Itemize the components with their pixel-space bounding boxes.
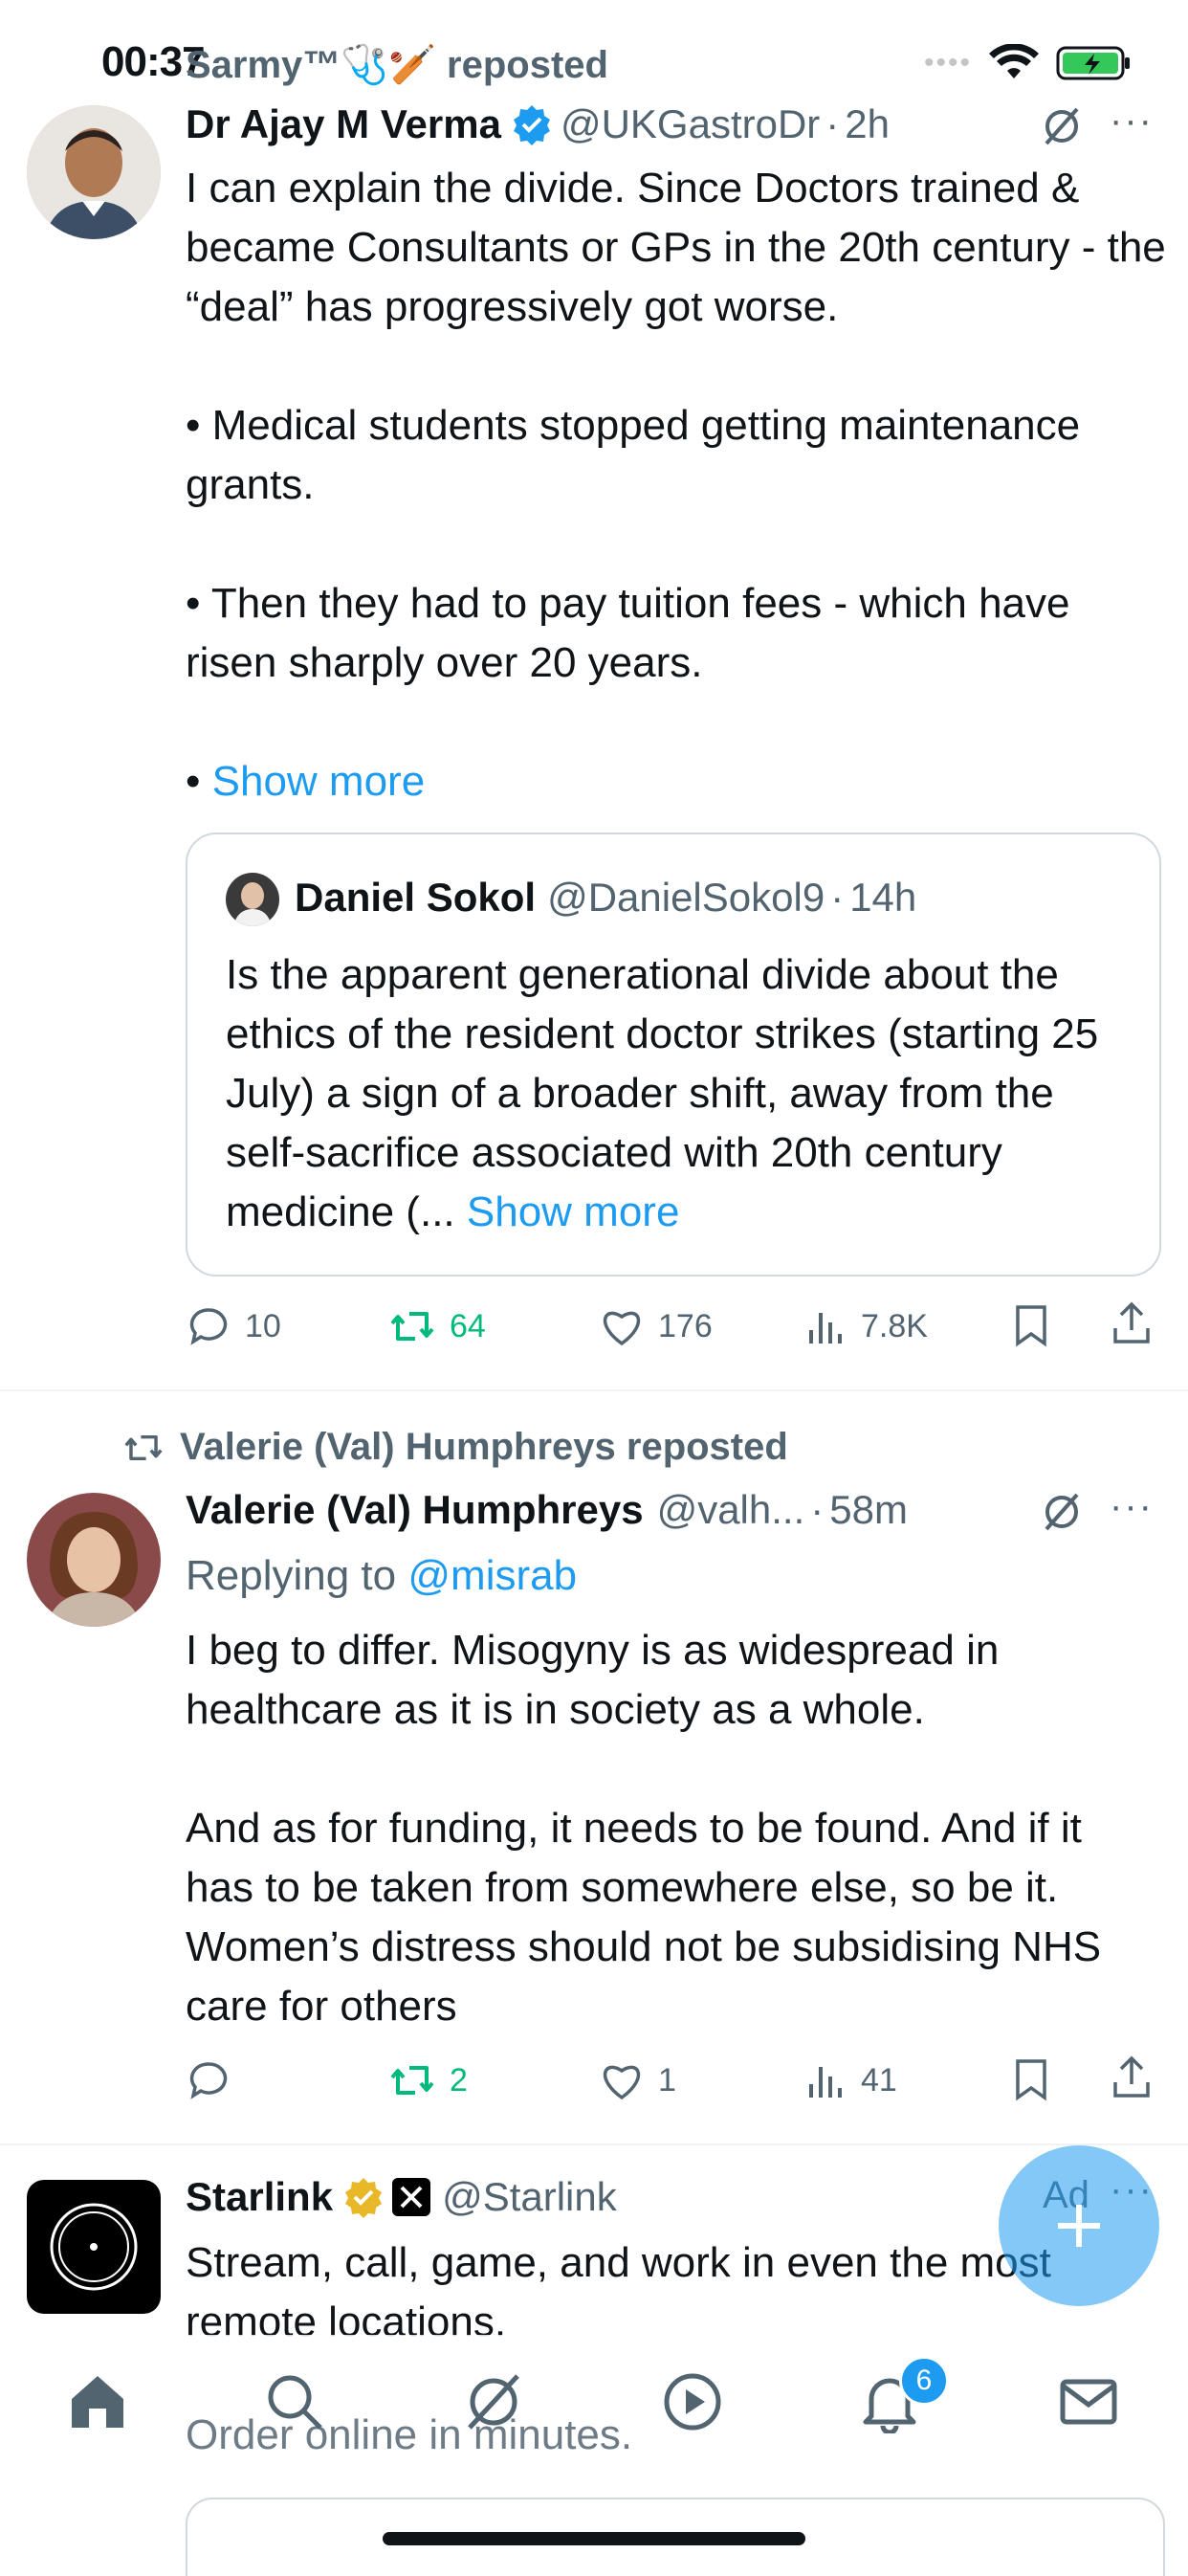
views-count: 7.8K [861, 1307, 928, 1344]
views-count: 41 [861, 2061, 897, 2099]
ad-header: Starlink @Starlink [186, 2174, 617, 2220]
tweet-header: Valerie (Val) Humphreys @valh... · 58m [186, 1487, 908, 1533]
reply-count: 10 [245, 1307, 281, 1344]
tweet-time[interactable]: 58m [829, 1487, 908, 1533]
status-icons: •••• [924, 44, 1133, 82]
more-options-icon[interactable]: ··· [1110, 1485, 1154, 1528]
author-handle[interactable]: @valh... [657, 1487, 805, 1533]
author-handle[interactable]: @Starlink [442, 2174, 617, 2220]
home-icon [72, 2376, 123, 2428]
reply-icon [189, 1308, 228, 1345]
repost-button[interactable]: 64 [388, 1304, 486, 1348]
repost-icon [390, 1312, 434, 1341]
replying-to: Replying to @misrab [186, 1552, 577, 1600]
like-button[interactable]: 1 [599, 2059, 676, 2101]
reply-button[interactable] [187, 2058, 245, 2102]
compose-button[interactable] [999, 2145, 1159, 2306]
mail-icon [1060, 2379, 1117, 2425]
tab-video[interactable] [654, 2364, 731, 2440]
replying-to-link[interactable]: @misrab [407, 1552, 577, 1599]
tab-search[interactable] [256, 2364, 333, 2440]
repost-count: 2 [450, 2061, 468, 2099]
more-options-icon[interactable]: ··· [1110, 100, 1154, 143]
tab-grok[interactable] [455, 2364, 532, 2440]
divider [0, 2143, 1188, 2145]
grok-icon[interactable] [1041, 105, 1083, 147]
like-count: 1 [658, 2061, 676, 2099]
author-name[interactable]: Valerie (Val) Humphreys [186, 1487, 644, 1533]
tweet-actions: 10 64 176 7.8K [187, 1301, 1163, 1351]
bookmark-icon[interactable] [1012, 1303, 1050, 1347]
repost-indicator[interactable]: Sarmy™🩺🏏 reposted [186, 42, 608, 87]
share-icon[interactable] [1110, 1301, 1154, 1345]
quote-time: 14h [849, 875, 917, 920]
like-button[interactable]: 176 [599, 1305, 713, 1347]
bookmark-icon[interactable] [1012, 2057, 1050, 2101]
repost-label: Sarmy™🩺🏏 reposted [186, 44, 608, 86]
heart-icon [603, 2065, 641, 2100]
quote-avatar [226, 873, 279, 926]
repost-icon [390, 2066, 434, 2095]
profile-photo [27, 105, 161, 239]
search-icon [268, 2375, 322, 2430]
ad-body-continued: Order online in minutes. [186, 2411, 633, 2458]
tweet-header: Dr Ajay M Verma @UKGastroDr · 2h [186, 101, 890, 147]
author-handle[interactable]: @UKGastroDr [561, 101, 820, 147]
reply-button[interactable]: 10 [187, 1304, 281, 1348]
heart-icon [603, 1311, 641, 1346]
repost-indicator[interactable]: Valerie (Val) Humphreys reposted [121, 1426, 788, 1469]
reply-icon [189, 2062, 228, 2099]
tweet-body: I can explain the divide. Since Doctors … [186, 159, 1171, 811]
repost-label: Valerie (Val) Humphreys reposted [180, 1426, 788, 1468]
tweet-text: I can explain the divide. Since Doctors … [186, 165, 1166, 805]
notifications-badge: 6 [899, 2356, 949, 2406]
divider [0, 1389, 1188, 1391]
profile-photo [27, 1493, 161, 1627]
tab-messages[interactable] [1050, 2364, 1127, 2440]
verified-badge-icon [513, 105, 550, 145]
views-icon [809, 1313, 842, 1344]
starlink-logo [50, 2203, 138, 2291]
tab-home[interactable] [59, 2364, 136, 2440]
verified-gold-badge-icon [345, 2178, 383, 2218]
tweet-actions: 2 1 41 [187, 2055, 1163, 2105]
quote-author-handle: @DanielSokol9 [547, 875, 825, 920]
views-icon [809, 2067, 842, 2098]
video-icon [664, 2373, 721, 2431]
repost-button[interactable]: 2 [388, 2058, 468, 2102]
tweet-time[interactable]: 2h [845, 101, 890, 147]
home-indicator [383, 2532, 805, 2545]
separator: · [825, 101, 840, 146]
battery-icon [1056, 46, 1130, 80]
show-more-link[interactable]: Show more [212, 758, 426, 805]
tweet-body: I beg to differ. Misogyny is as widespre… [186, 1627, 1102, 2030]
repost-count: 64 [450, 1307, 486, 1344]
share-icon[interactable] [1110, 2055, 1154, 2099]
author-name[interactable]: Starlink [186, 2174, 333, 2220]
replying-prefix: Replying to [186, 1552, 397, 1599]
quote-header: Daniel Sokol @DanielSokol9 · 14h [295, 875, 916, 921]
quote-body: Is the apparent generational divide abou… [226, 945, 1125, 1242]
avatar[interactable] [27, 105, 161, 239]
ad-avatar[interactable] [27, 2180, 161, 2314]
grok-icon[interactable] [1041, 1491, 1083, 1533]
grok-icon [468, 2374, 519, 2430]
wifi-icon [989, 44, 1039, 78]
views-button[interactable]: 7.8K [805, 1305, 928, 1347]
repost-icon [124, 1434, 163, 1460]
like-count: 176 [658, 1307, 713, 1344]
avatar[interactable] [27, 1493, 161, 1627]
quote-show-more-link[interactable]: Show more [467, 1188, 680, 1235]
separator: · [830, 875, 845, 920]
author-name[interactable]: Dr Ajay M Verma [186, 101, 501, 147]
separator: · [810, 1487, 825, 1532]
signal-icon: •••• [923, 47, 972, 78]
quote-author-name: Daniel Sokol [295, 875, 537, 920]
views-button[interactable]: 41 [805, 2059, 897, 2101]
plus-icon [1058, 2205, 1100, 2247]
x-affiliate-icon [392, 2178, 431, 2216]
